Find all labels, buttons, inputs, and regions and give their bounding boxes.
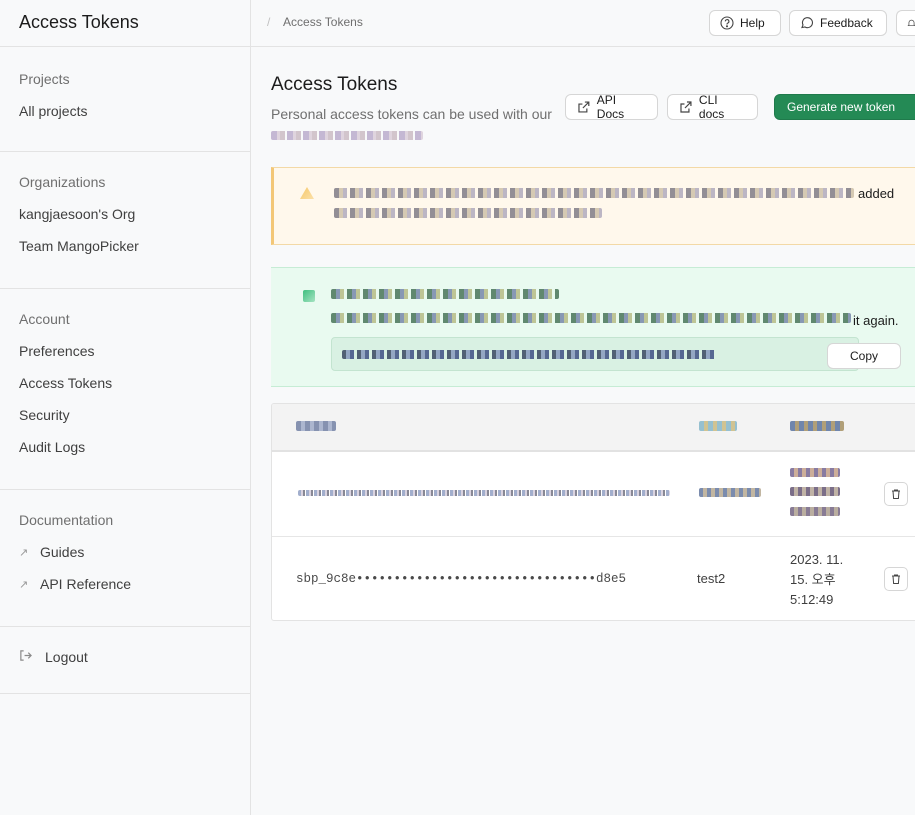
redacted-date <box>790 468 840 477</box>
success-tail-text: it again. <box>853 313 899 328</box>
redacted-text <box>271 130 423 140</box>
bell-icon <box>907 19 915 26</box>
sidebar-heading-projects: Projects <box>19 71 70 87</box>
logout-label: Logout <box>45 649 88 665</box>
api-docs-label: API Docs <box>596 93 625 121</box>
sidebar-item-team-mangopicker[interactable]: Team MangoPicker <box>19 238 231 270</box>
sidebar-item-guides-label: Guides <box>40 544 85 560</box>
external-link-icon <box>578 101 590 113</box>
token-created-line: 15. 오후 <box>790 572 836 587</box>
redacted-name <box>699 488 761 497</box>
sidebar-item-guides[interactable]: ↗ Guides <box>19 544 231 576</box>
sidebar-item-api-reference[interactable]: ↗ API Reference <box>19 576 231 608</box>
sidebar-section-projects: Projects All projects <box>0 47 250 152</box>
table-row: sbp_9c8e••••••••••••••••••••••••••••••••… <box>272 537 915 620</box>
cli-docs-label: CLI docs <box>698 93 725 121</box>
page-subtitle-text: Personal access tokens can be used with … <box>271 106 552 122</box>
sidebar-item-access-tokens[interactable]: Access Tokens <box>19 375 231 407</box>
sidebar-item-api-reference-label: API Reference <box>40 576 132 592</box>
page-subtitle: Personal access tokens can be used with … <box>271 104 561 144</box>
table-row <box>272 452 915 537</box>
redacted-token <box>342 350 717 359</box>
redacted-text <box>334 188 854 198</box>
sidebar-section-account: Account Preferences Access Tokens Securi… <box>0 289 250 490</box>
sidebar-heading-documentation: Documentation <box>19 512 114 528</box>
tokens-table: sbp_9c8e••••••••••••••••••••••••••••••••… <box>271 403 915 621</box>
copy-button[interactable]: Copy <box>827 343 901 369</box>
help-icon <box>720 16 734 30</box>
redacted-text <box>331 313 851 323</box>
delete-token-button[interactable] <box>884 482 908 506</box>
token-created: 2023. 11. 15. 오후 5:12:49 <box>790 550 850 610</box>
warning-alert: added <box>271 167 915 245</box>
external-link-icon <box>680 101 692 113</box>
chat-bubble-icon <box>801 17 814 29</box>
trash-icon <box>892 489 900 499</box>
breadcrumb: / Access Tokens <box>267 15 363 29</box>
feedback-button[interactable]: Feedback <box>789 10 887 36</box>
sidebar-section-logout: Logout <box>0 627 250 694</box>
sidebar-item-all-projects[interactable]: All projects <box>19 103 231 135</box>
column-header-token <box>296 421 336 431</box>
breadcrumb-current[interactable]: Access Tokens <box>283 15 363 29</box>
column-header-name <box>699 421 737 431</box>
token-created-line: 5:12:49 <box>790 592 834 607</box>
table-header <box>272 404 915 452</box>
sidebar: Access Tokens Projects All projects Orga… <box>0 0 251 815</box>
token-created-line: 2023. 11. <box>790 552 844 567</box>
new-token-field[interactable] <box>331 337 859 371</box>
check-icon <box>303 290 315 302</box>
logout-icon <box>19 649 45 665</box>
generate-token-button[interactable]: Generate new token <box>774 94 915 120</box>
breadcrumb-separator: / <box>267 15 271 29</box>
sidebar-item-security[interactable]: Security <box>19 407 231 439</box>
sidebar-item-audit-logs[interactable]: Audit Logs <box>19 439 231 471</box>
sidebar-item-preferences[interactable]: Preferences <box>19 343 231 375</box>
generate-token-label: Generate new token <box>787 100 896 114</box>
success-alert: it again. Copy <box>271 267 915 387</box>
redacted-text <box>331 289 559 299</box>
page-title: Access Tokens <box>271 74 398 95</box>
topbar: / Access Tokens Help Feedback <box>251 0 915 47</box>
column-header-created <box>790 421 844 431</box>
external-arrow-icon: ↗ <box>19 579 29 591</box>
redacted-date <box>790 507 840 516</box>
sidebar-heading-organizations: Organizations <box>19 174 106 190</box>
token-name: test2 <box>697 571 726 586</box>
cli-docs-button[interactable]: CLI docs <box>667 93 758 121</box>
help-button[interactable]: Help <box>709 10 781 36</box>
logout-button[interactable]: Logout <box>19 649 231 681</box>
token-value: sbp_9c8e••••••••••••••••••••••••••••••••… <box>296 572 627 586</box>
notifications-button[interactable] <box>896 10 915 36</box>
external-arrow-icon: ↗ <box>19 547 29 559</box>
warning-tail-text: added <box>858 186 895 201</box>
sidebar-title: Access Tokens <box>0 0 250 47</box>
sidebar-section-documentation: Documentation ↗ Guides ↗ API Reference <box>0 490 250 627</box>
delete-token-button[interactable] <box>884 567 908 591</box>
api-docs-button[interactable]: API Docs <box>565 93 658 121</box>
sidebar-heading-account: Account <box>19 311 70 327</box>
trash-icon <box>892 574 900 584</box>
warning-icon <box>300 187 314 199</box>
redacted-text <box>334 208 602 218</box>
main-content: Access Tokens Personal access tokens can… <box>251 48 915 815</box>
feedback-label: Feedback <box>820 16 873 30</box>
sidebar-section-organizations: Organizations kangjaesoon's Org Team Man… <box>0 152 250 289</box>
redacted-date <box>790 487 840 496</box>
redacted-token <box>298 490 670 496</box>
sidebar-item-kangjaesoon-org[interactable]: kangjaesoon's Org <box>19 206 231 238</box>
help-label: Help <box>740 16 765 30</box>
